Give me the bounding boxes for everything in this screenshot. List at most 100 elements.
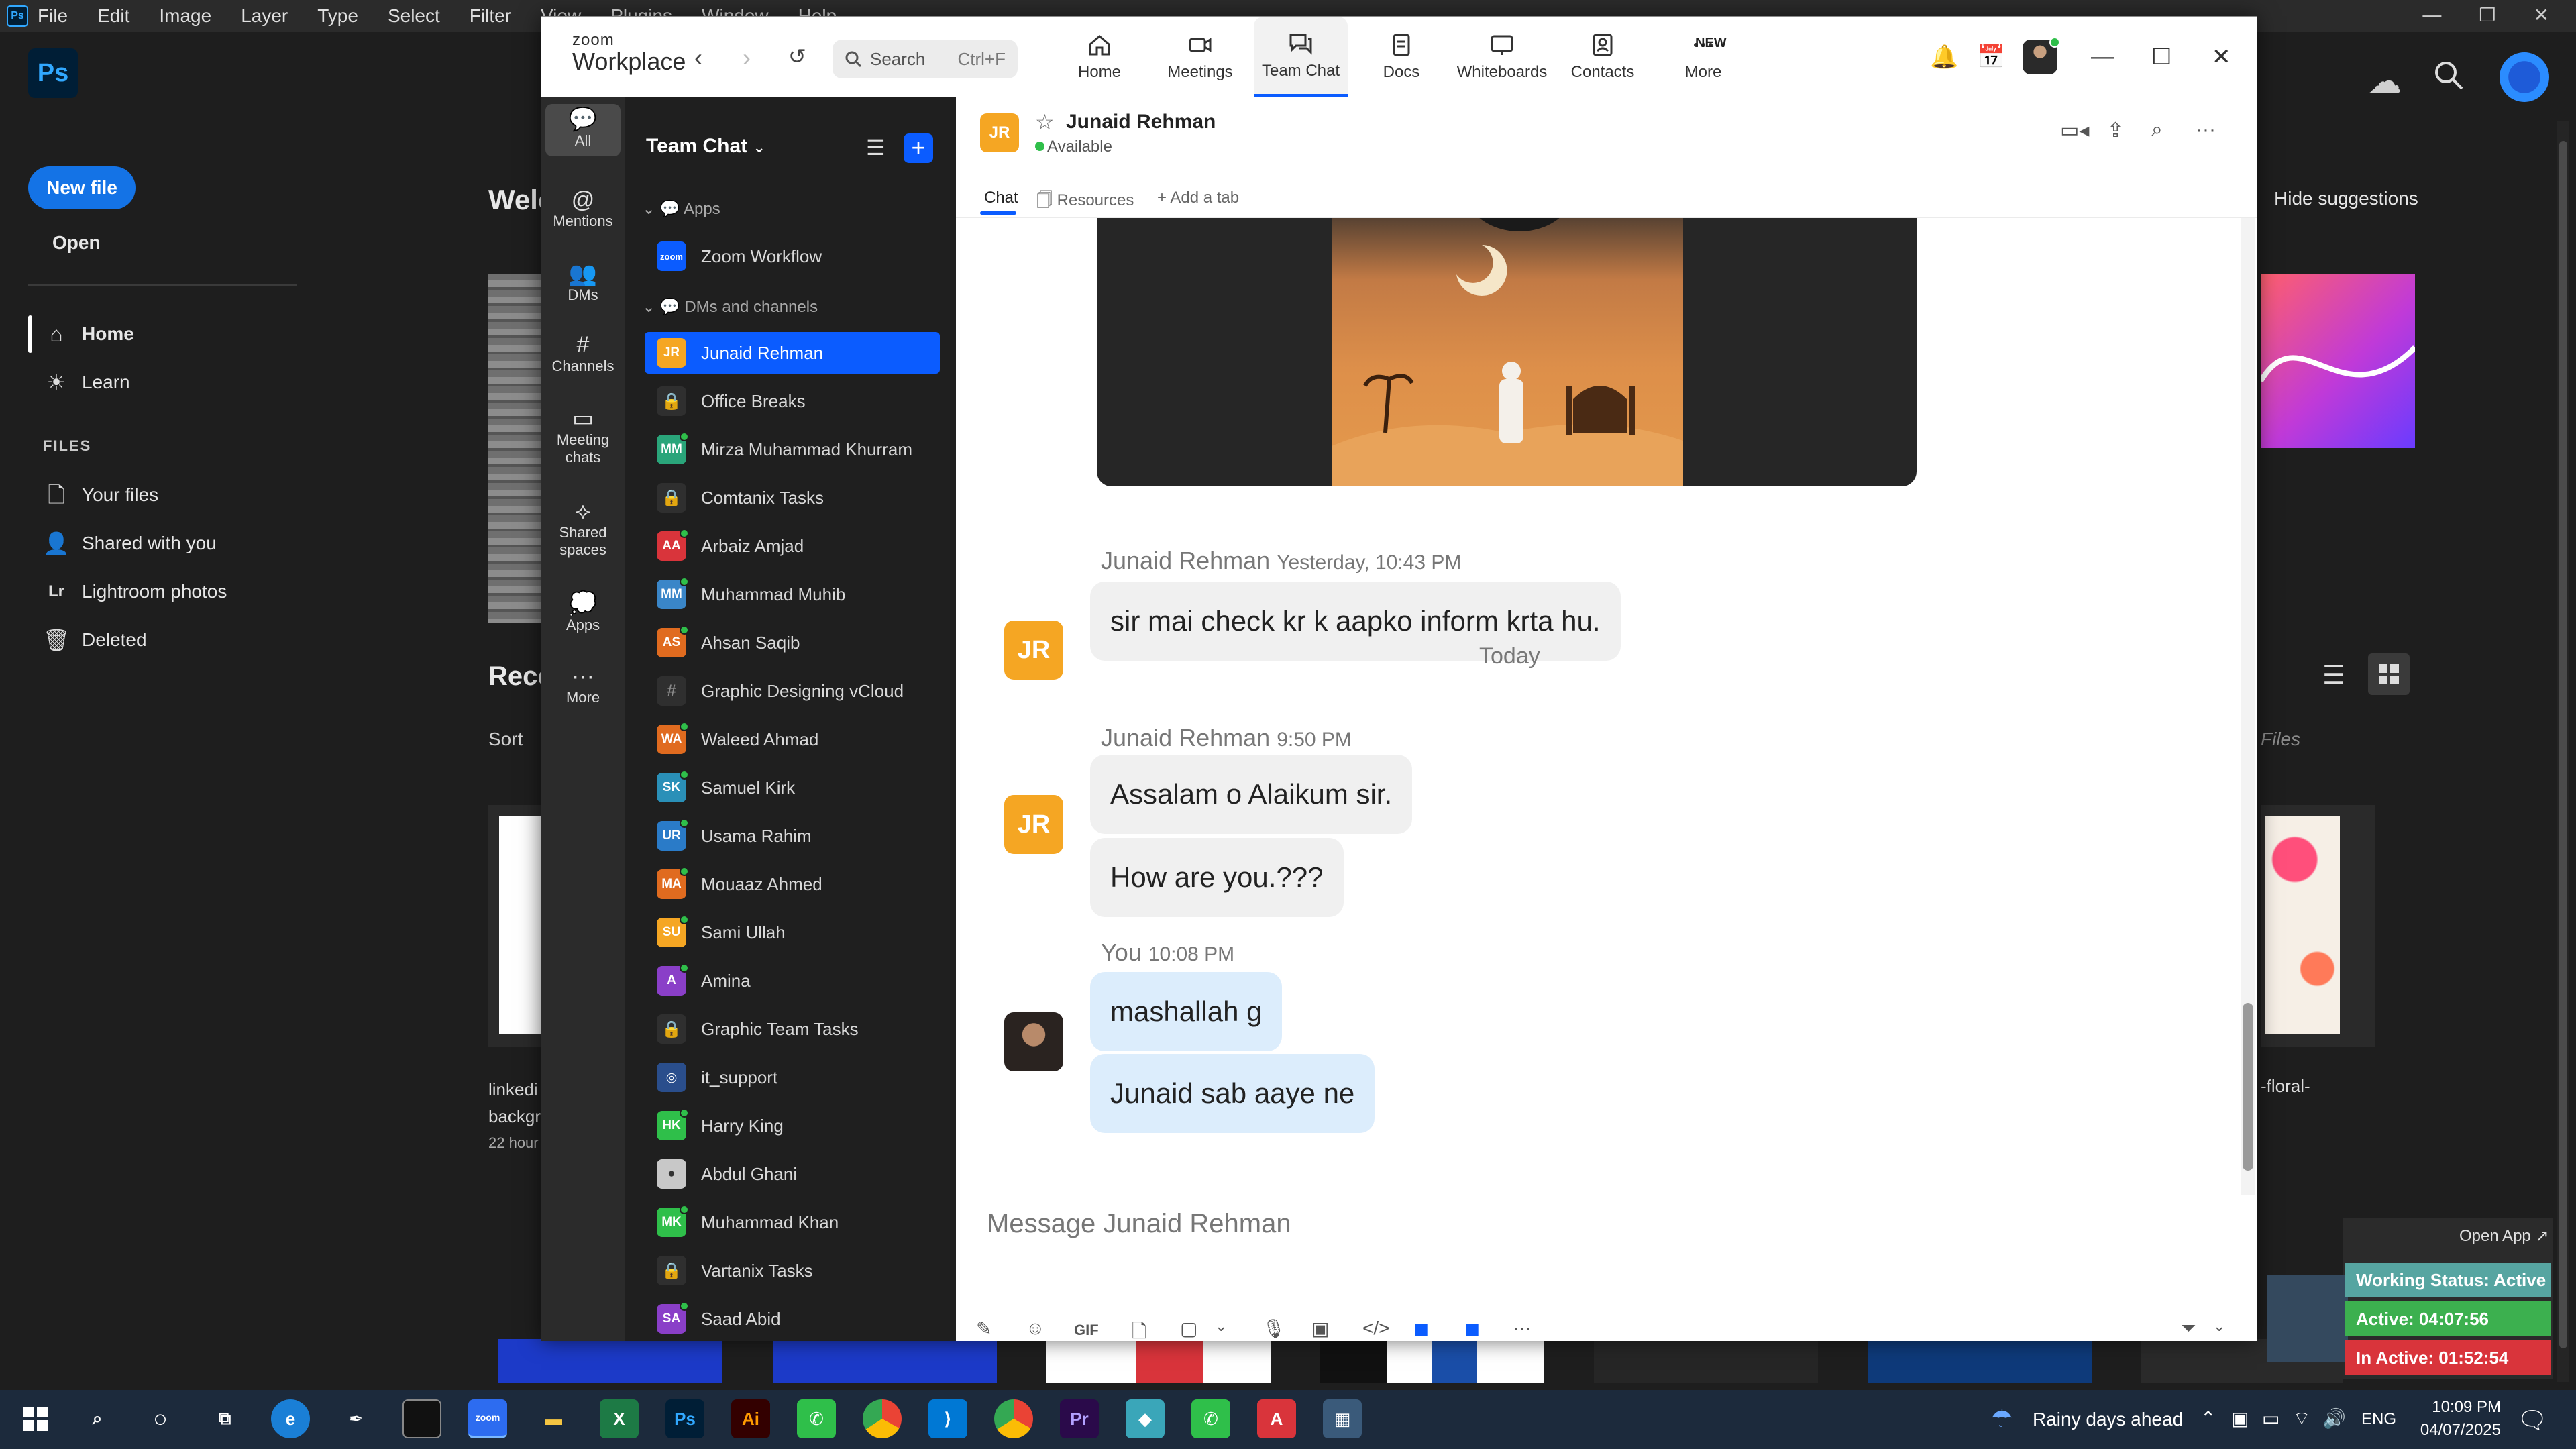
task-view-icon[interactable]: ⧉ bbox=[205, 1399, 244, 1438]
list-item[interactable]: SU Sami Ullah bbox=[645, 912, 940, 953]
menu-file[interactable]: File bbox=[38, 5, 68, 27]
rail-item-shared-spaces[interactable]: ⟡ Shared spaces bbox=[545, 500, 621, 559]
team-chat-title[interactable]: Team Chat ⌄ bbox=[646, 135, 765, 158]
recent-file-card[interactable] bbox=[1320, 1339, 1544, 1383]
chevron-up-icon[interactable]: ⌃ bbox=[2200, 1407, 2216, 1430]
list-item[interactable]: 🔒 Graphic Team Tasks bbox=[645, 1008, 940, 1050]
suggestion-thumbnail[interactable] bbox=[2261, 274, 2415, 448]
grid-view-icon[interactable] bbox=[2368, 653, 2410, 695]
excel-icon[interactable]: X bbox=[600, 1399, 639, 1438]
top-nav-whiteboards[interactable]: Whiteboards bbox=[1455, 17, 1549, 97]
menu-type[interactable]: Type bbox=[317, 5, 358, 27]
illustrator-icon[interactable]: Ai bbox=[731, 1399, 770, 1438]
top-nav-team-chat[interactable]: Team Chat bbox=[1254, 17, 1348, 97]
scrollbar[interactable] bbox=[2557, 121, 2569, 1382]
message-bubble[interactable]: Assalam o Alaikum sir. bbox=[1090, 755, 1413, 834]
list-item[interactable]: AA Arbaiz Amjad bbox=[645, 525, 940, 567]
image-message[interactable] bbox=[1097, 218, 1917, 486]
recent-file-card[interactable] bbox=[488, 805, 542, 1046]
chrome-profile-icon[interactable] bbox=[994, 1399, 1033, 1438]
avatar[interactable]: JR bbox=[1004, 795, 1063, 854]
open-app-link[interactable]: Open App ↗ bbox=[2459, 1226, 2549, 1246]
list-view-icon[interactable]: ☰ bbox=[2322, 660, 2345, 690]
list-item[interactable]: 🔒 Vartanix Tasks bbox=[645, 1250, 940, 1291]
sender-name[interactable]: You bbox=[1101, 938, 1142, 966]
code-icon[interactable]: </> bbox=[1362, 1318, 1389, 1339]
photoshop-taskbar-icon[interactable]: Ps bbox=[665, 1399, 704, 1438]
rail-item-channels[interactable]: # Channels bbox=[545, 333, 621, 375]
list-item[interactable]: MM Muhammad Muhib bbox=[645, 574, 940, 615]
avatar[interactable]: JR bbox=[1004, 621, 1063, 680]
rail-item-mentions[interactable]: @ Mentions bbox=[545, 189, 621, 230]
language-indicator[interactable]: ENG bbox=[2361, 1410, 2396, 1429]
list-item[interactable]: WA Waleed Ahmad bbox=[645, 718, 940, 760]
avatar[interactable]: JR bbox=[980, 113, 1019, 152]
hide-suggestions-button[interactable]: Hide suggestions bbox=[2274, 188, 2418, 209]
phone-icon[interactable]: ✆ bbox=[1191, 1399, 1230, 1438]
recent-file-card[interactable] bbox=[1594, 1339, 1818, 1383]
more-icon[interactable]: ··· bbox=[1513, 1318, 1532, 1339]
list-item[interactable]: MA Mouaaz Ahmed bbox=[645, 863, 940, 905]
avatar[interactable] bbox=[2500, 52, 2549, 102]
list-item[interactable]: ● Abdul Ghani bbox=[645, 1153, 940, 1195]
mic-icon[interactable]: 🎙 bbox=[1262, 1318, 1286, 1340]
ps-restore-icon[interactable]: ❐ bbox=[2479, 4, 2496, 26]
new-file-button[interactable]: New file bbox=[28, 166, 136, 209]
message-list[interactable]: Junaid Rehman Yesterday, 10:43 PM JR sir m… bbox=[956, 218, 2257, 1195]
back-arrow-icon[interactable]: ‹ bbox=[694, 44, 702, 72]
acrobat-icon[interactable]: A bbox=[1257, 1399, 1296, 1438]
recent-file-card[interactable] bbox=[2261, 805, 2375, 1046]
rail-item-meeting-chats[interactable]: ▭ Meeting chats bbox=[545, 407, 621, 466]
chat-title[interactable]: Junaid Rehman bbox=[1066, 111, 1216, 133]
zoom-taskbar-icon[interactable]: zoom bbox=[468, 1399, 507, 1438]
section-dms[interactable]: ⌄ 💬 DMs and channels bbox=[642, 297, 818, 317]
search-icon[interactable] bbox=[2432, 59, 2466, 93]
tab-resources[interactable]: 🗍 Resources bbox=[1036, 189, 1134, 216]
filter-icon[interactable]: ☰ bbox=[866, 135, 885, 160]
gif-button[interactable]: GIF bbox=[1074, 1322, 1099, 1339]
calendar-icon[interactable]: 📅 bbox=[1977, 44, 2005, 70]
sidebar-item-learn[interactable]: Learn bbox=[82, 372, 130, 393]
sender-name[interactable]: Junaid Rehman bbox=[1101, 547, 1270, 574]
top-nav-more[interactable]: More bbox=[1656, 17, 1750, 97]
cloud-icon[interactable]: ☁ bbox=[2368, 62, 2402, 101]
star-icon[interactable]: ☆ bbox=[1035, 109, 1055, 135]
search-input[interactable]: Search Ctrl+F bbox=[833, 40, 1018, 78]
rail-item-more[interactable]: ··· More bbox=[545, 665, 621, 706]
recent-file-card[interactable] bbox=[1046, 1339, 1271, 1383]
premiere-icon[interactable]: Pr bbox=[1060, 1399, 1099, 1438]
tray-icon[interactable]: ▣ bbox=[2231, 1407, 2249, 1430]
search-icon[interactable]: ⌕ bbox=[2151, 119, 2163, 142]
notification-icon[interactable]: 🗨 bbox=[2517, 1406, 2548, 1434]
app-icon[interactable]: ◆ bbox=[1126, 1399, 1165, 1438]
message-bubble[interactable]: sir mai check kr k aapko inform krta hu. bbox=[1090, 582, 1621, 661]
vscode-icon[interactable]: ⟩ bbox=[928, 1399, 967, 1438]
send-options-icon[interactable]: ⏷ bbox=[2181, 1318, 2196, 1340]
message-bubble[interactable]: mashallah g bbox=[1090, 972, 1283, 1051]
share-screen-icon[interactable]: ⇪ bbox=[2107, 119, 2124, 142]
scrollbar[interactable] bbox=[2241, 218, 2255, 1195]
list-item[interactable]: 🔒 Comtanix Tasks bbox=[645, 477, 940, 519]
edge-icon[interactable]: e bbox=[271, 1399, 310, 1438]
new-chat-button[interactable]: + bbox=[904, 133, 933, 163]
file-icon[interactable]: 🗋 bbox=[1132, 1318, 1147, 1350]
top-nav-home[interactable]: Home bbox=[1053, 17, 1146, 97]
close-icon[interactable]: ✕ bbox=[2212, 44, 2231, 70]
app2-icon[interactable]: ◼ bbox=[1464, 1318, 1480, 1340]
pen-icon[interactable]: ✒ bbox=[337, 1399, 376, 1438]
list-item[interactable]: MK Muhammad Khan bbox=[645, 1201, 940, 1243]
tab-chat[interactable]: Chat bbox=[984, 189, 1018, 207]
menu-image[interactable]: Image bbox=[159, 5, 211, 27]
weather-text[interactable]: Rainy days ahead bbox=[2033, 1409, 2183, 1430]
section-apps[interactable]: ⌄ 💬 Apps bbox=[642, 199, 720, 219]
top-nav-meetings[interactable]: Meetings bbox=[1153, 17, 1247, 97]
list-item[interactable]: UR Usama Rahim bbox=[645, 815, 940, 857]
sidebar-item-lightroom[interactable]: Lightroom photos bbox=[82, 581, 227, 602]
sender-name[interactable]: Junaid Rehman bbox=[1101, 724, 1270, 751]
avatar[interactable] bbox=[1004, 1012, 1063, 1071]
list-item[interactable]: SK Samuel Kirk bbox=[645, 767, 940, 808]
list-item[interactable]: ◎ it_support bbox=[645, 1057, 940, 1098]
windows-start-icon[interactable] bbox=[16, 1399, 55, 1438]
sidebar-item-your-files[interactable]: Your files bbox=[82, 484, 158, 506]
terminal-icon[interactable] bbox=[402, 1399, 441, 1438]
